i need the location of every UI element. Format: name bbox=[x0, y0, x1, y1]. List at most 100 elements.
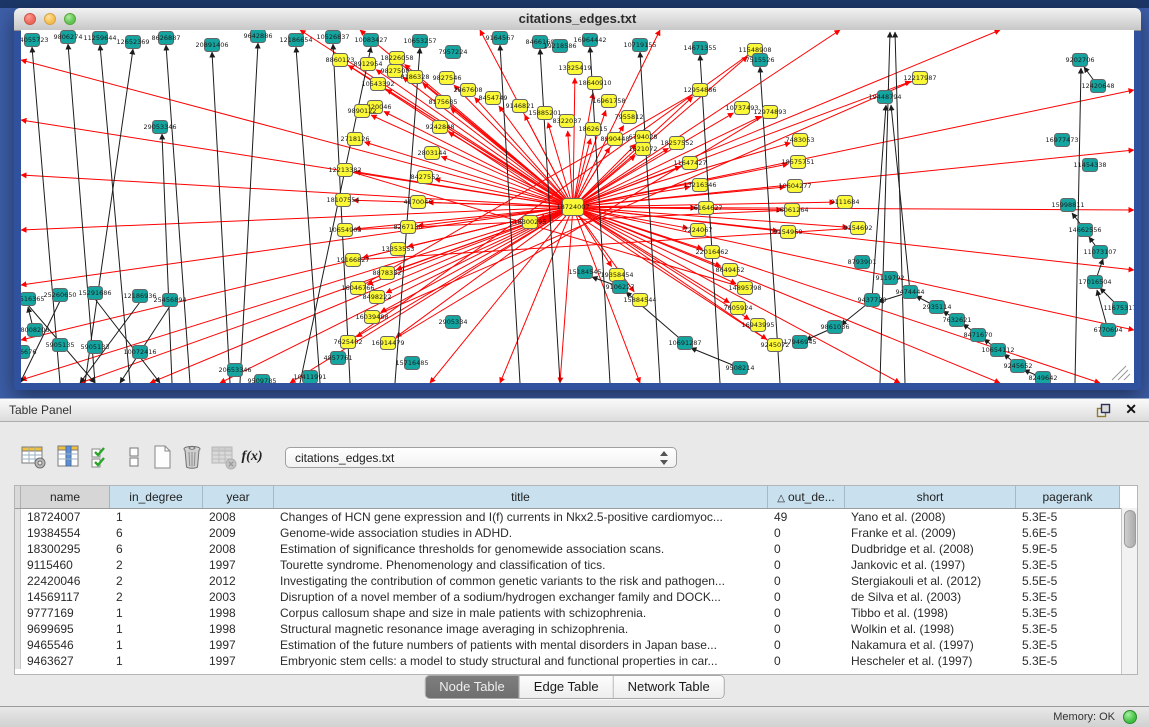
graph-node[interactable]: 12213382 bbox=[328, 164, 361, 177]
scrollbar-thumb[interactable] bbox=[1124, 510, 1136, 548]
graph-node[interactable]: 20653346 bbox=[218, 364, 251, 377]
graph-node[interactable]: 7957224 bbox=[439, 46, 468, 59]
graph-node[interactable]: 8249642 bbox=[1029, 372, 1058, 384]
graph-node[interactable]: 12652369 bbox=[116, 36, 149, 49]
table-row[interactable]: 1938455462009Genome-wide association stu… bbox=[15, 525, 1137, 541]
graph-node[interactable]: 9245652 bbox=[1004, 360, 1033, 373]
tab-network-table[interactable]: Network Table bbox=[613, 676, 724, 698]
graph-node[interactable]: 6794028 bbox=[629, 131, 658, 144]
graph-node[interactable]: 19358454 bbox=[600, 269, 633, 282]
graph-node[interactable]: 8860123 bbox=[326, 54, 355, 67]
table-select-dropdown[interactable]: citations_edges.txt bbox=[285, 447, 677, 468]
graph-node[interactable]: 9642886 bbox=[244, 30, 273, 43]
graph-node[interactable]: 5905133 bbox=[81, 341, 110, 354]
graph-node[interactable]: 11259644 bbox=[83, 32, 116, 45]
graph-node[interactable]: 29053346 bbox=[143, 121, 176, 134]
graph-node[interactable]: 14662556 bbox=[1068, 224, 1101, 237]
graph-node[interactable]: 24055723 bbox=[21, 34, 49, 47]
graph-node[interactable]: 16977473 bbox=[1045, 134, 1078, 147]
graph-node[interactable]: 12186936 bbox=[123, 290, 156, 303]
graph-node[interactable]: 16164627 bbox=[689, 202, 722, 215]
graph-node[interactable]: 9242848 bbox=[426, 121, 455, 134]
graph-node[interactable]: 19218586 bbox=[543, 40, 576, 53]
graph-node[interactable]: 6770694 bbox=[1094, 324, 1123, 337]
graph-node[interactable]: 10653257 bbox=[403, 35, 436, 48]
show-columns-icon[interactable] bbox=[55, 443, 83, 471]
table-row[interactable]: 1872400712008Changes of HCN gene express… bbox=[15, 509, 1137, 525]
table-row[interactable]: 977716911998Corpus callosum shape and si… bbox=[15, 605, 1137, 621]
graph-node[interactable]: 10072416 bbox=[123, 346, 156, 359]
graph-node[interactable]: 20891406 bbox=[195, 39, 228, 52]
new-column-icon[interactable] bbox=[148, 443, 176, 471]
graph-node[interactable]: 9827546 bbox=[433, 72, 462, 85]
table-row[interactable]: 946554611997Estimation of the future num… bbox=[15, 637, 1137, 653]
graph-node[interactable]: 7224067 bbox=[684, 224, 713, 237]
graph-node[interactable]: 15716485 bbox=[395, 357, 428, 370]
graph-node[interactable]: 11454338 bbox=[1073, 159, 1106, 172]
graph-node[interactable]: 12974893 bbox=[753, 106, 786, 119]
graph-node[interactable]: 18107554 bbox=[326, 194, 359, 207]
table-row[interactable]: 1830029562008Estimation of significance … bbox=[15, 541, 1137, 557]
graph-node[interactable]: 16039488 bbox=[355, 311, 388, 324]
graph-node[interactable]: 8793901 bbox=[848, 256, 877, 269]
graph-node[interactable]: 9154969 bbox=[774, 226, 803, 239]
graph-node[interactable]: 7625402 bbox=[334, 336, 363, 349]
graph-node[interactable]: 2905334 bbox=[439, 316, 468, 329]
table-row[interactable]: 2242004622012Investigating the contribut… bbox=[15, 573, 1137, 589]
row-height-icon[interactable] bbox=[120, 443, 148, 471]
graph-node[interactable]: 16964442 bbox=[573, 34, 606, 47]
select-rows-icon[interactable] bbox=[88, 443, 116, 471]
graph-node[interactable]: 9111684 bbox=[831, 196, 860, 209]
graph-node[interactable]: 9508214 bbox=[726, 362, 755, 375]
tab-node-table[interactable]: Node Table bbox=[425, 676, 519, 698]
tab-edge-table[interactable]: Edge Table bbox=[519, 676, 613, 698]
graph-node[interactable]: 25260650 bbox=[43, 289, 76, 302]
graph-node[interactable]: 7955812 bbox=[615, 111, 644, 124]
column-header-title[interactable]: title bbox=[274, 486, 768, 508]
column-header-year[interactable]: year bbox=[203, 486, 274, 508]
graph-node[interactable]: 12420648 bbox=[1081, 80, 1114, 93]
column-header-out_degree[interactable]: △out_de... bbox=[768, 486, 845, 508]
graph-node[interactable]: 9154692 bbox=[844, 222, 873, 235]
graph-node[interactable]: 10654112 bbox=[981, 344, 1014, 357]
graph-node[interactable]: 9164567 bbox=[486, 32, 515, 45]
graph-node[interactable]: 14671355 bbox=[683, 42, 716, 55]
graph-node[interactable]: 9509785 bbox=[248, 375, 277, 384]
window-titlebar[interactable]: citations_edges.txt bbox=[14, 8, 1141, 31]
graph-node[interactable]: 16914479 bbox=[371, 337, 404, 350]
graph-node[interactable]: 9046676 bbox=[21, 346, 36, 359]
graph-node[interactable]: 10654903 bbox=[328, 224, 361, 237]
graph-node[interactable]: 8322037 bbox=[553, 115, 582, 128]
graph-node[interactable]: 8175685 bbox=[429, 96, 458, 109]
graph-node[interactable]: 8912954 bbox=[354, 58, 383, 71]
table-row[interactable]: 1456911722003Disruption of a novel membe… bbox=[15, 589, 1137, 605]
table-mode-icon[interactable] bbox=[20, 443, 48, 471]
graph-node[interactable]: 15291686 bbox=[78, 287, 111, 300]
function-builder-icon[interactable]: f(x) bbox=[238, 443, 266, 471]
graph-node[interactable]: 2803144 bbox=[418, 147, 447, 160]
graph-node[interactable]: 12954886 bbox=[683, 84, 716, 97]
graph-node[interactable]: 16061264 bbox=[775, 204, 808, 217]
graph-node[interactable]: 8649452 bbox=[716, 264, 745, 277]
column-header-short[interactable]: short bbox=[845, 486, 1016, 508]
graph-node[interactable]: 17016504 bbox=[1078, 276, 1111, 289]
table-row[interactable]: 969969511998Structural magnetic resonanc… bbox=[15, 621, 1137, 637]
graph-node[interactable]: 5905135 bbox=[46, 339, 75, 352]
graph-node[interactable]: 7515526 bbox=[746, 54, 775, 67]
graph-node[interactable]: 10719155 bbox=[623, 39, 656, 52]
graph-node[interactable]: 9119792 bbox=[876, 272, 905, 285]
graph-node[interactable]: 15184545 bbox=[568, 266, 601, 279]
graph-node[interactable]: 20516365 bbox=[21, 293, 45, 306]
graph-node[interactable]: 2718126 bbox=[341, 133, 370, 146]
graph-node[interactable]: 4857761 bbox=[324, 352, 353, 365]
graph-node[interactable]: 9202706 bbox=[1066, 54, 1095, 67]
graph-node[interactable]: 14895798 bbox=[728, 282, 761, 295]
table-row[interactable]: 946362711997Embryonic stem cells: a mode… bbox=[15, 653, 1137, 669]
graph-node[interactable]: 25456894 bbox=[153, 294, 186, 307]
graph-node[interactable]: 10083427 bbox=[354, 34, 387, 47]
graph-node[interactable]: 15884544 bbox=[623, 294, 656, 307]
graph-node[interactable]: 16943995 bbox=[741, 319, 774, 332]
graph-node[interactable]: 10526837 bbox=[316, 31, 349, 44]
graph-node[interactable]: 19166827 bbox=[336, 254, 369, 267]
graph-node[interactable]: 18226058 bbox=[380, 52, 413, 65]
